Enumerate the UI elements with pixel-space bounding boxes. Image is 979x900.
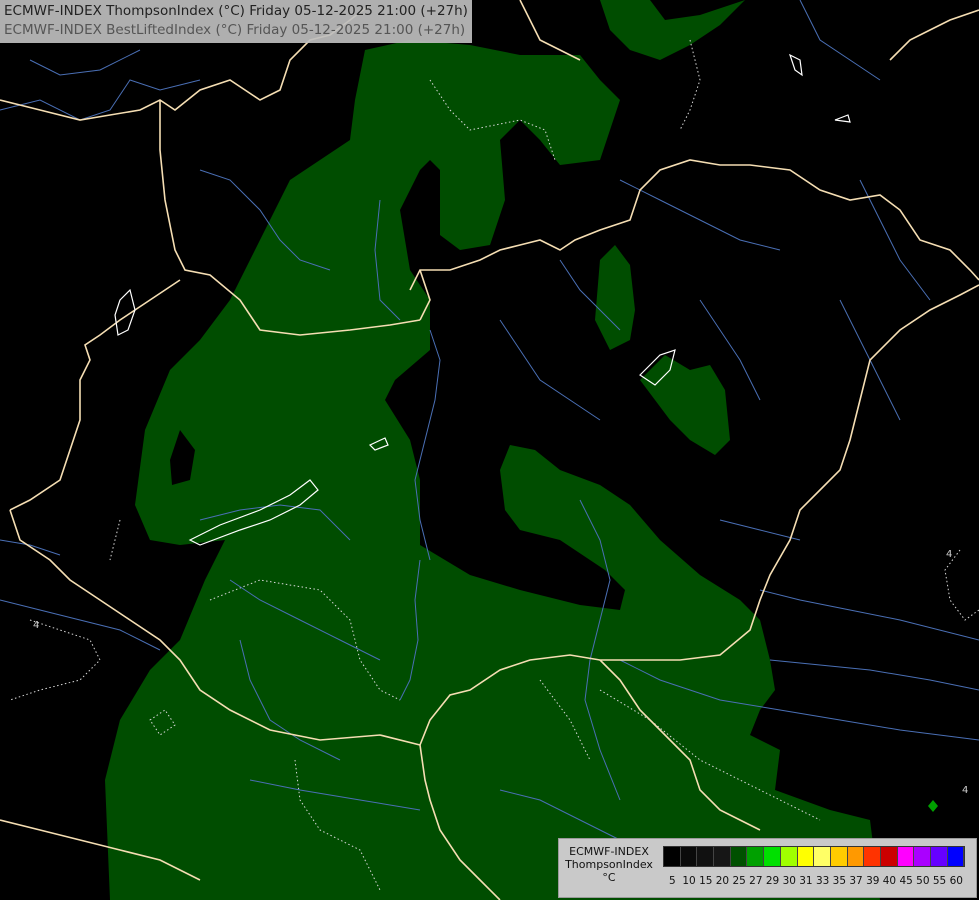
color-legend: ECMWF-INDEX ThompsonIndex °C 5 10 15 20 25 27… <box>558 838 977 898</box>
legend-title-unit: °C <box>602 871 616 884</box>
legend-swatch <box>914 847 931 866</box>
contour-label-right-bottom: 4 <box>962 785 968 796</box>
legend-tick-label: 30 <box>782 875 796 887</box>
legend-title-parameter: ThompsonIndex <box>565 858 653 871</box>
legend-swatch <box>680 847 698 866</box>
legend-tick-label: 27 <box>749 875 763 887</box>
legend-tick-label: 25 <box>732 875 746 887</box>
legend-tick-label: 31 <box>799 875 813 887</box>
legend-swatch <box>947 847 965 866</box>
legend-swatch <box>780 847 798 866</box>
legend-swatch <box>897 847 915 866</box>
legend-title-source: ECMWF-INDEX <box>569 845 649 858</box>
map-title: ECMWF-INDEX ThompsonIndex (°C) Friday 05… <box>0 0 472 43</box>
legend-swatch <box>830 847 848 866</box>
legend-tick-label: 37 <box>849 875 863 887</box>
legend-ticks: 5 10 15 20 25 27 29 30 31 33 35 37 39 40 45 50 55 60 <box>663 875 979 889</box>
legend-swatch <box>697 847 715 866</box>
legend-swatch <box>730 847 748 866</box>
legend-tick-label: 29 <box>765 875 780 887</box>
legend-tick-label: 20 <box>715 875 730 887</box>
legend-swatch <box>814 847 831 866</box>
legend-swatches <box>663 846 966 867</box>
legend-swatch <box>880 847 898 866</box>
legend-tick-label: 35 <box>832 875 847 887</box>
legend-swatch <box>664 847 681 866</box>
legend-tick-label: 45 <box>899 875 913 887</box>
title-line-thompson: ECMWF-INDEX ThompsonIndex (°C) Friday 05… <box>4 3 468 19</box>
legend-swatch <box>764 847 781 866</box>
weather-map: 4 4 4 <box>0 0 979 900</box>
legend-tick-label: 5 <box>669 875 676 887</box>
legend-swatch <box>864 847 881 866</box>
legend-swatch <box>747 847 765 866</box>
contour-label-left: 4 <box>33 620 39 631</box>
title-line-bestlifted: ECMWF-INDEX BestLiftedIndex (°C) Friday … <box>4 22 466 38</box>
legend-tick-label: 39 <box>866 875 880 887</box>
legend-tick-label: 33 <box>815 875 830 887</box>
legend-tick-label: 60 <box>949 875 963 887</box>
legend-title: ECMWF-INDEX ThompsonIndex °C <box>561 845 657 884</box>
legend-tick-label: 15 <box>699 875 713 887</box>
legend-tick-label: 55 <box>932 875 947 887</box>
legend-swatch <box>931 847 948 866</box>
legend-swatch <box>847 847 865 866</box>
legend-tick-label: 10 <box>682 875 696 887</box>
legend-tick-label: 50 <box>916 875 930 887</box>
legend-swatch <box>714 847 731 866</box>
legend-tick-label: 40 <box>882 875 897 887</box>
contour-label-right-top: 4 <box>946 549 952 560</box>
legend-swatch <box>797 847 815 866</box>
